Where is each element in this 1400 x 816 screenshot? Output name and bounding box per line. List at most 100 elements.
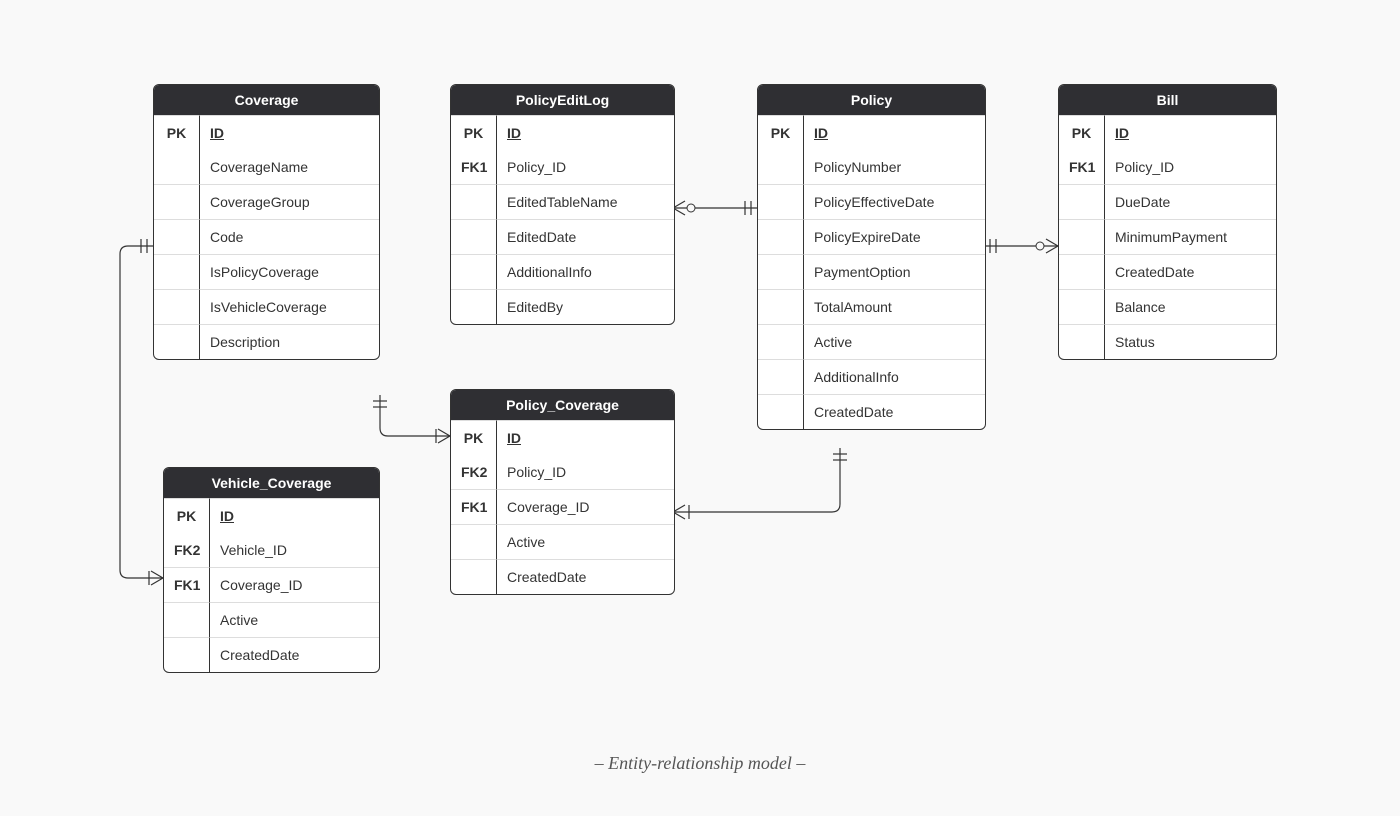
- key-label: [154, 254, 200, 289]
- attr-field: PolicyNumber: [804, 150, 985, 184]
- entity-policy: Policy PK ID PolicyNumberPolicyEffective…: [757, 84, 986, 430]
- key-label: [758, 184, 804, 219]
- table-row: FK1Coverage_ID: [451, 489, 674, 524]
- table-row: Code: [154, 219, 379, 254]
- key-label: [1059, 254, 1105, 289]
- key-label: [451, 219, 497, 254]
- entity-title: PolicyEditLog: [451, 85, 674, 115]
- key-label: FK2: [164, 533, 210, 567]
- key-label: [164, 637, 210, 672]
- table-row: Active: [758, 324, 985, 359]
- attr-list: PolicyNumberPolicyEffectiveDatePolicyExp…: [758, 150, 985, 429]
- table-row: CreatedDate: [758, 394, 985, 429]
- attr-list: FK2Policy_IDFK1Coverage_IDActiveCreatedD…: [451, 455, 674, 594]
- table-row: IsVehicleCoverage: [154, 289, 379, 324]
- key-label: FK1: [451, 150, 497, 184]
- key-label: [154, 150, 200, 184]
- pk-field: ID: [210, 498, 379, 533]
- attr-field: Vehicle_ID: [210, 533, 379, 567]
- table-row: Balance: [1059, 289, 1276, 324]
- attr-field: DueDate: [1105, 184, 1276, 219]
- key-label: [758, 254, 804, 289]
- table-row: Active: [164, 602, 379, 637]
- key-label: FK1: [451, 489, 497, 524]
- attr-field: PolicyEffectiveDate: [804, 184, 985, 219]
- attr-field: Code: [200, 219, 379, 254]
- diagram-caption: – Entity-relationship model –: [0, 753, 1400, 774]
- attr-list: CoverageNameCoverageGroupCodeIsPolicyCov…: [154, 150, 379, 359]
- attr-field: IsPolicyCoverage: [200, 254, 379, 289]
- attr-field: AdditionalInfo: [497, 254, 674, 289]
- table-row: AdditionalInfo: [758, 359, 985, 394]
- attr-field: MinimumPayment: [1105, 219, 1276, 254]
- table-row: PolicyNumber: [758, 150, 985, 184]
- key-label: [758, 359, 804, 394]
- pk-field: ID: [497, 115, 674, 150]
- table-row: AdditionalInfo: [451, 254, 674, 289]
- attr-field: PaymentOption: [804, 254, 985, 289]
- entity-title: Coverage: [154, 85, 379, 115]
- attr-field: CreatedDate: [1105, 254, 1276, 289]
- key-label: [758, 394, 804, 429]
- table-row: TotalAmount: [758, 289, 985, 324]
- entity-coverage: Coverage PK ID CoverageNameCoverageGroup…: [153, 84, 380, 360]
- attr-field: CoverageName: [200, 150, 379, 184]
- entity-title: Vehicle_Coverage: [164, 468, 379, 498]
- key-label: [451, 184, 497, 219]
- key-label: [1059, 219, 1105, 254]
- key-label: [451, 524, 497, 559]
- entity-vehiclecoverage: Vehicle_Coverage PK ID FK2Vehicle_IDFK1C…: [163, 467, 380, 673]
- attr-list: FK2Vehicle_IDFK1Coverage_IDActiveCreated…: [164, 533, 379, 672]
- key-label: [154, 289, 200, 324]
- key-label: [451, 559, 497, 594]
- attr-field: EditedDate: [497, 219, 674, 254]
- attr-field: Policy_ID: [1105, 150, 1276, 184]
- key-label: [758, 150, 804, 184]
- key-label: PK: [758, 115, 804, 150]
- er-diagram-canvas: Coverage PK ID CoverageNameCoverageGroup…: [0, 0, 1400, 816]
- table-row: EditedTableName: [451, 184, 674, 219]
- key-label: [1059, 289, 1105, 324]
- pk-field: ID: [497, 420, 674, 455]
- entity-title: Bill: [1059, 85, 1276, 115]
- table-row: FK2Policy_ID: [451, 455, 674, 489]
- attr-list: FK1Policy_IDDueDateMinimumPaymentCreated…: [1059, 150, 1276, 359]
- entity-title: Policy: [758, 85, 985, 115]
- table-row: FK1Policy_ID: [451, 150, 674, 184]
- key-label: [1059, 324, 1105, 359]
- table-row: CoverageName: [154, 150, 379, 184]
- key-label: PK: [164, 498, 210, 533]
- attr-field: Status: [1105, 324, 1276, 359]
- table-row: EditedBy: [451, 289, 674, 324]
- table-row: CoverageGroup: [154, 184, 379, 219]
- attr-field: Active: [804, 324, 985, 359]
- attr-field: IsVehicleCoverage: [200, 289, 379, 324]
- table-row: CreatedDate: [451, 559, 674, 594]
- key-label: PK: [1059, 115, 1105, 150]
- pk-field: ID: [200, 115, 379, 150]
- key-label: [1059, 184, 1105, 219]
- key-label: [154, 219, 200, 254]
- attr-field: AdditionalInfo: [804, 359, 985, 394]
- table-row: CreatedDate: [1059, 254, 1276, 289]
- key-label: [164, 602, 210, 637]
- table-row: EditedDate: [451, 219, 674, 254]
- pk-field: ID: [1105, 115, 1276, 150]
- pk-field: ID: [804, 115, 985, 150]
- table-row: MinimumPayment: [1059, 219, 1276, 254]
- attr-field: Policy_ID: [497, 150, 674, 184]
- key-label: PK: [451, 420, 497, 455]
- table-row: Status: [1059, 324, 1276, 359]
- table-row: FK2Vehicle_ID: [164, 533, 379, 567]
- attr-field: EditedBy: [497, 289, 674, 324]
- key-label: FK1: [1059, 150, 1105, 184]
- entity-policycoverage: Policy_Coverage PK ID FK2Policy_IDFK1Cov…: [450, 389, 675, 595]
- attr-field: PolicyExpireDate: [804, 219, 985, 254]
- table-row: FK1Coverage_ID: [164, 567, 379, 602]
- attr-field: CreatedDate: [497, 559, 674, 594]
- attr-field: Active: [497, 524, 674, 559]
- attr-field: TotalAmount: [804, 289, 985, 324]
- key-label: [758, 219, 804, 254]
- attr-field: EditedTableName: [497, 184, 674, 219]
- table-row: FK1Policy_ID: [1059, 150, 1276, 184]
